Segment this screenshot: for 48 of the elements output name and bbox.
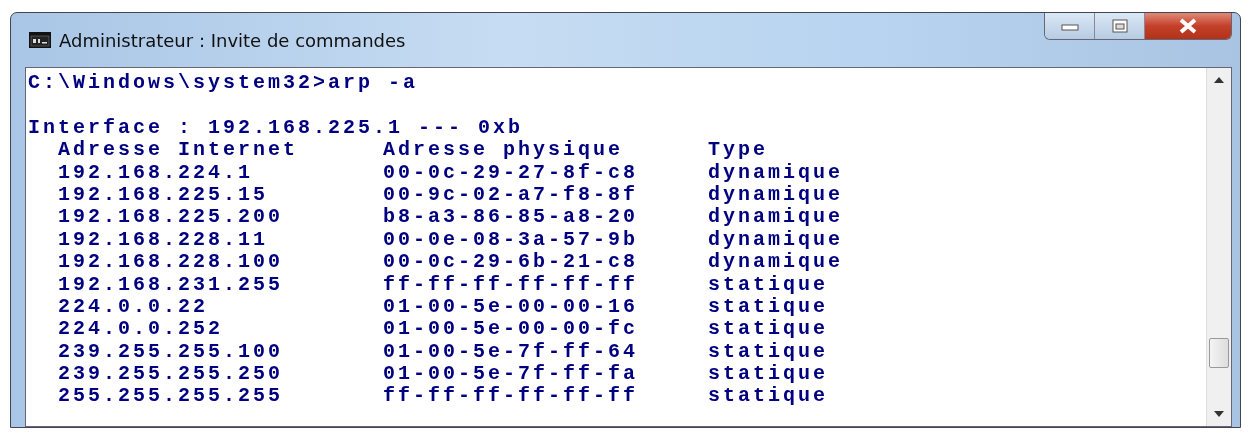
column-header: Adresse Internet <box>58 139 300 162</box>
table-cell: statique <box>708 295 828 319</box>
column-header: Adresse physique <box>383 139 625 162</box>
table-cell-text: 01-00-5e-00-00-fc <box>383 318 640 341</box>
table-cell: statique <box>708 273 828 296</box>
maximize-icon <box>1110 18 1129 34</box>
table-cell-text: 192.168.225.200 <box>58 206 285 229</box>
table-cell-text: b8-a3-86-85-a8-20 <box>383 206 640 229</box>
table-cell-text: 192.168.225.15 <box>58 183 270 207</box>
table-cell-text: 01-00-5e-7f-ff-64 <box>383 340 640 364</box>
table-cell-text: 224.0.0.252 <box>58 318 225 341</box>
table-cell-text: 00-9c-02-a7-f8-8f <box>383 183 640 207</box>
table-cell: dynamique <box>708 183 844 207</box>
interface-line: Interface : 192.168.225.1 --- 0xb <box>28 116 524 140</box>
table-cell: dynamique <box>708 161 844 184</box>
scrollbar-thumb[interactable] <box>1209 338 1229 368</box>
table-cell-text: 239.255.255.100 <box>58 340 285 364</box>
table-cell-text: ff-ff-ff-ff-ff-ff <box>383 385 640 408</box>
table-cell-text: 192.168.224.1 <box>58 161 255 184</box>
minimize-icon <box>1059 21 1080 31</box>
table-cell: dynamique <box>708 251 844 274</box>
table-cell-text: 192.168.231.255 <box>58 273 285 296</box>
table-cell-text: 239.255.255.250 <box>58 363 285 386</box>
table-cell: dynamique <box>708 228 844 252</box>
table-cell-text: 192.168.228.100 <box>58 251 285 274</box>
window-title: Administrateur : Invite de commandes <box>59 29 406 51</box>
scrollbar[interactable] <box>1206 68 1231 426</box>
table-cell-text: ff-ff-ff-ff-ff-ff <box>383 273 640 296</box>
table-cell-text: 00-0e-08-3a-57-9b <box>383 228 640 252</box>
command-line: C:\Windows\system32>arp -a <box>28 72 419 95</box>
table-cell: statique <box>708 363 828 386</box>
table-cell-text: 192.168.228.11 <box>58 228 270 252</box>
table-cell-text: 00-0c-29-6b-21-c8 <box>383 251 640 274</box>
column-header: Type <box>708 139 768 162</box>
table-cell-text: 00-0c-29-27-8f-c8 <box>383 161 640 184</box>
maximize-button[interactable] <box>1095 13 1145 39</box>
console-icon <box>29 32 51 48</box>
table-cell-text: 255.255.255.255 <box>58 385 285 408</box>
close-icon <box>1177 18 1199 34</box>
table-cell-text: 01-00-5e-00-00-16 <box>383 295 640 319</box>
table-cell-text: 01-00-5e-7f-ff-fa <box>383 363 640 386</box>
table-cell: statique <box>708 340 828 364</box>
table-cell: statique <box>708 385 828 408</box>
minimize-button[interactable] <box>1045 13 1095 39</box>
table-cell: dynamique <box>708 206 844 229</box>
table-cell: statique <box>708 318 828 341</box>
table-cell-text: 224.0.0.22 <box>58 295 210 319</box>
close-button[interactable] <box>1145 13 1231 39</box>
